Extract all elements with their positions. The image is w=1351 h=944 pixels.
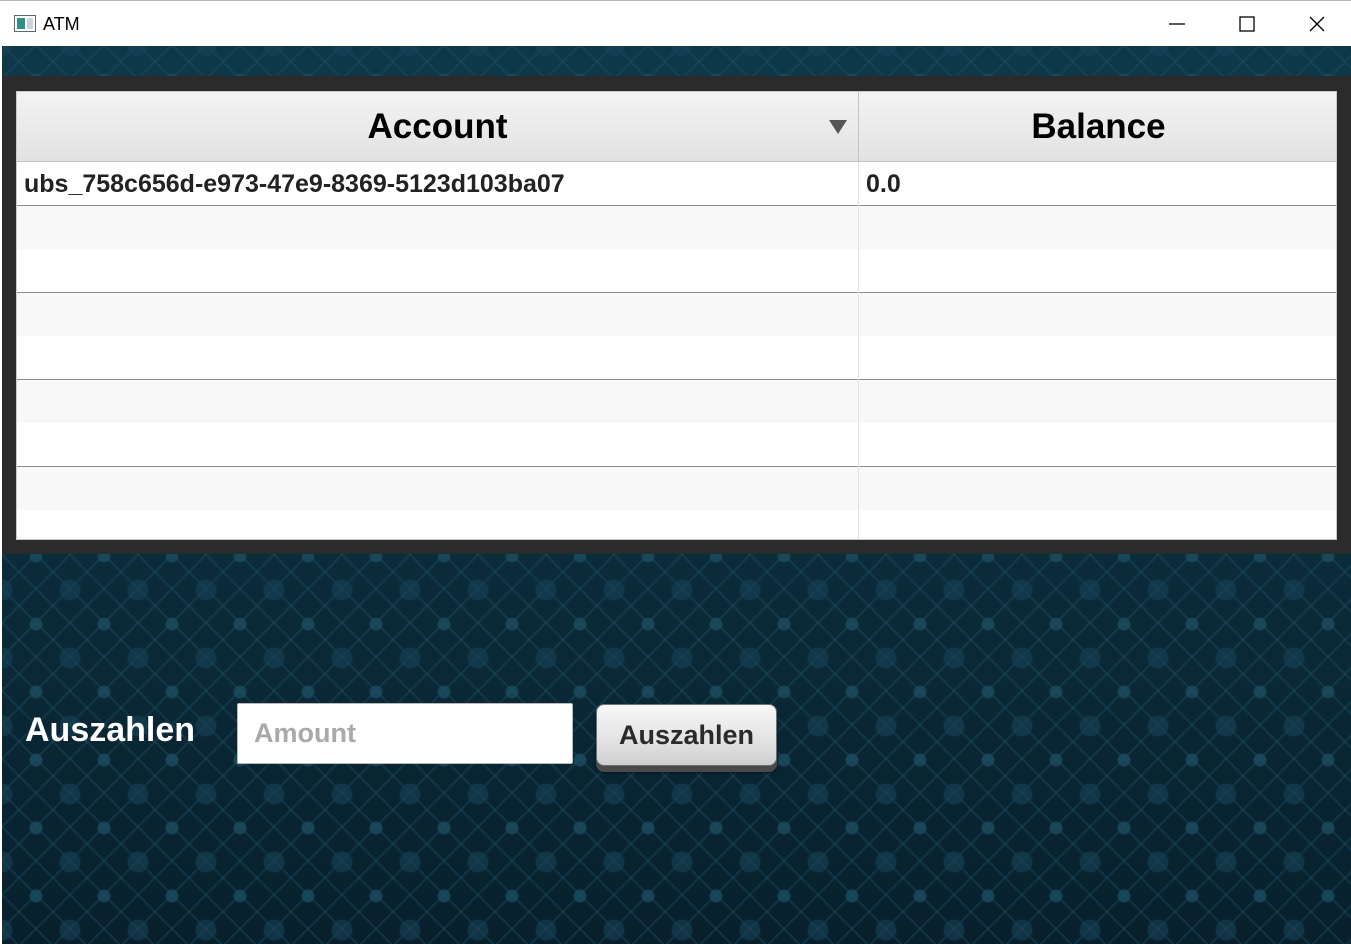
accounts-table[interactable]: Account Balance ubs_758c656d-e973-47e9-8… <box>16 91 1337 540</box>
column-header-balance[interactable]: Balance <box>859 92 1336 162</box>
maximize-icon <box>1239 16 1255 32</box>
empty-row <box>17 293 1336 337</box>
withdraw-label: Auszahlen <box>25 711 196 749</box>
empty-row <box>17 249 1336 293</box>
empty-row <box>17 380 1336 424</box>
account-cell: ubs_758c656d-e973-47e9-8369-5123d103ba07 <box>17 162 859 206</box>
withdraw-button[interactable]: Auszahlen <box>596 704 777 766</box>
table-body: ubs_758c656d-e973-47e9-8369-5123d103ba07… <box>17 162 1336 539</box>
amount-input[interactable] <box>237 703 573 764</box>
window-title: ATM <box>43 14 80 34</box>
column-header-label: Balance <box>1031 107 1166 146</box>
close-icon <box>1309 16 1325 32</box>
close-button[interactable] <box>1282 1 1351 47</box>
app-icon <box>14 15 36 32</box>
balance-cell: 0.0 <box>866 169 901 198</box>
minimize-icon <box>1169 23 1185 25</box>
minimize-button[interactable] <box>1142 1 1212 47</box>
table-header: Account Balance <box>17 92 1336 162</box>
empty-row <box>17 467 1336 511</box>
window-titlebar[interactable]: ATM <box>0 0 1351 46</box>
empty-row <box>17 423 1336 467</box>
sort-descending-icon <box>829 120 847 134</box>
column-header-account[interactable]: Account <box>17 92 859 162</box>
empty-row <box>17 336 1336 380</box>
maximize-button[interactable] <box>1212 1 1282 47</box>
empty-row <box>17 510 1336 539</box>
empty-row <box>17 206 1336 250</box>
table-row[interactable]: ubs_758c656d-e973-47e9-8369-5123d103ba07… <box>17 162 1336 206</box>
column-header-label: Account <box>367 107 508 146</box>
